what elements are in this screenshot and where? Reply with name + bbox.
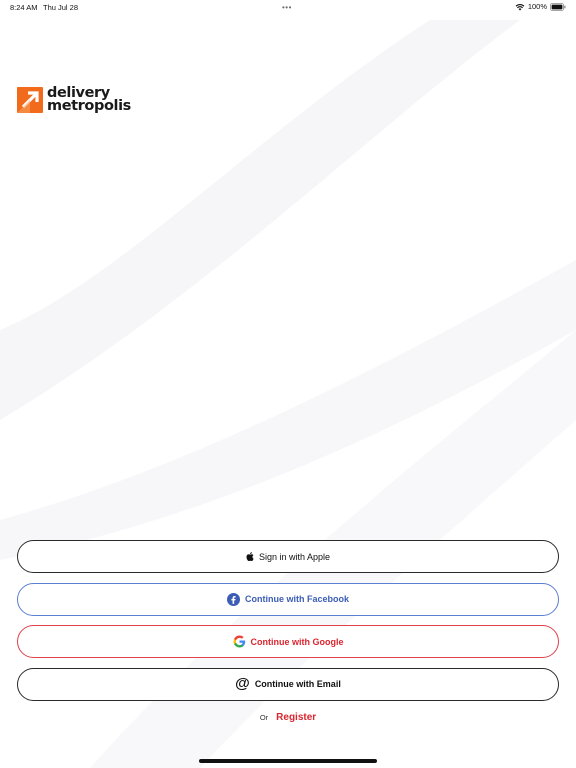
continue-with-email-label: Continue with Email xyxy=(254,679,341,689)
logo-word-metropolis: metropolis xyxy=(47,98,131,114)
at-sign-icon: @ xyxy=(235,674,250,692)
sign-in-options: Sign in with Apple Continue with Faceboo… xyxy=(17,540,559,710)
google-icon xyxy=(233,635,246,648)
status-time: 8:24 AM xyxy=(10,3,38,12)
apple-icon xyxy=(246,552,254,561)
multitasking-dots[interactable]: ••• xyxy=(282,3,292,12)
continue-with-google-button[interactable]: Continue with Google xyxy=(17,625,559,658)
continue-with-facebook-label: Continue with Facebook xyxy=(244,594,349,604)
register-link[interactable]: Register xyxy=(276,712,316,723)
delivery-metropolis-logo: delivery metropolis xyxy=(17,86,131,114)
logo-wordmark: delivery metropolis xyxy=(47,86,131,114)
home-indicator[interactable] xyxy=(199,759,377,763)
sign-in-with-apple-label: Sign in with Apple xyxy=(258,551,331,562)
continue-with-google-label: Continue with Google xyxy=(250,636,344,647)
status-bar: 8:24 AM Thu Jul 28 ••• 100% xyxy=(0,0,576,14)
register-row: Or Register xyxy=(0,712,576,723)
battery-percentage: 100% xyxy=(527,2,547,11)
logo-arrow-icon xyxy=(17,87,43,113)
battery-icon xyxy=(550,2,566,11)
status-right-group: 100% xyxy=(515,2,566,11)
continue-with-email-button[interactable]: @ Continue with Email xyxy=(17,667,559,701)
or-label: Or xyxy=(259,713,269,722)
facebook-icon xyxy=(226,592,240,606)
sign-in-with-apple-button[interactable]: Sign in with Apple xyxy=(17,540,559,573)
continue-with-facebook-button[interactable]: Continue with Facebook xyxy=(17,582,559,616)
status-date: Thu Jul 28 xyxy=(43,3,79,12)
wifi-icon xyxy=(515,3,525,11)
